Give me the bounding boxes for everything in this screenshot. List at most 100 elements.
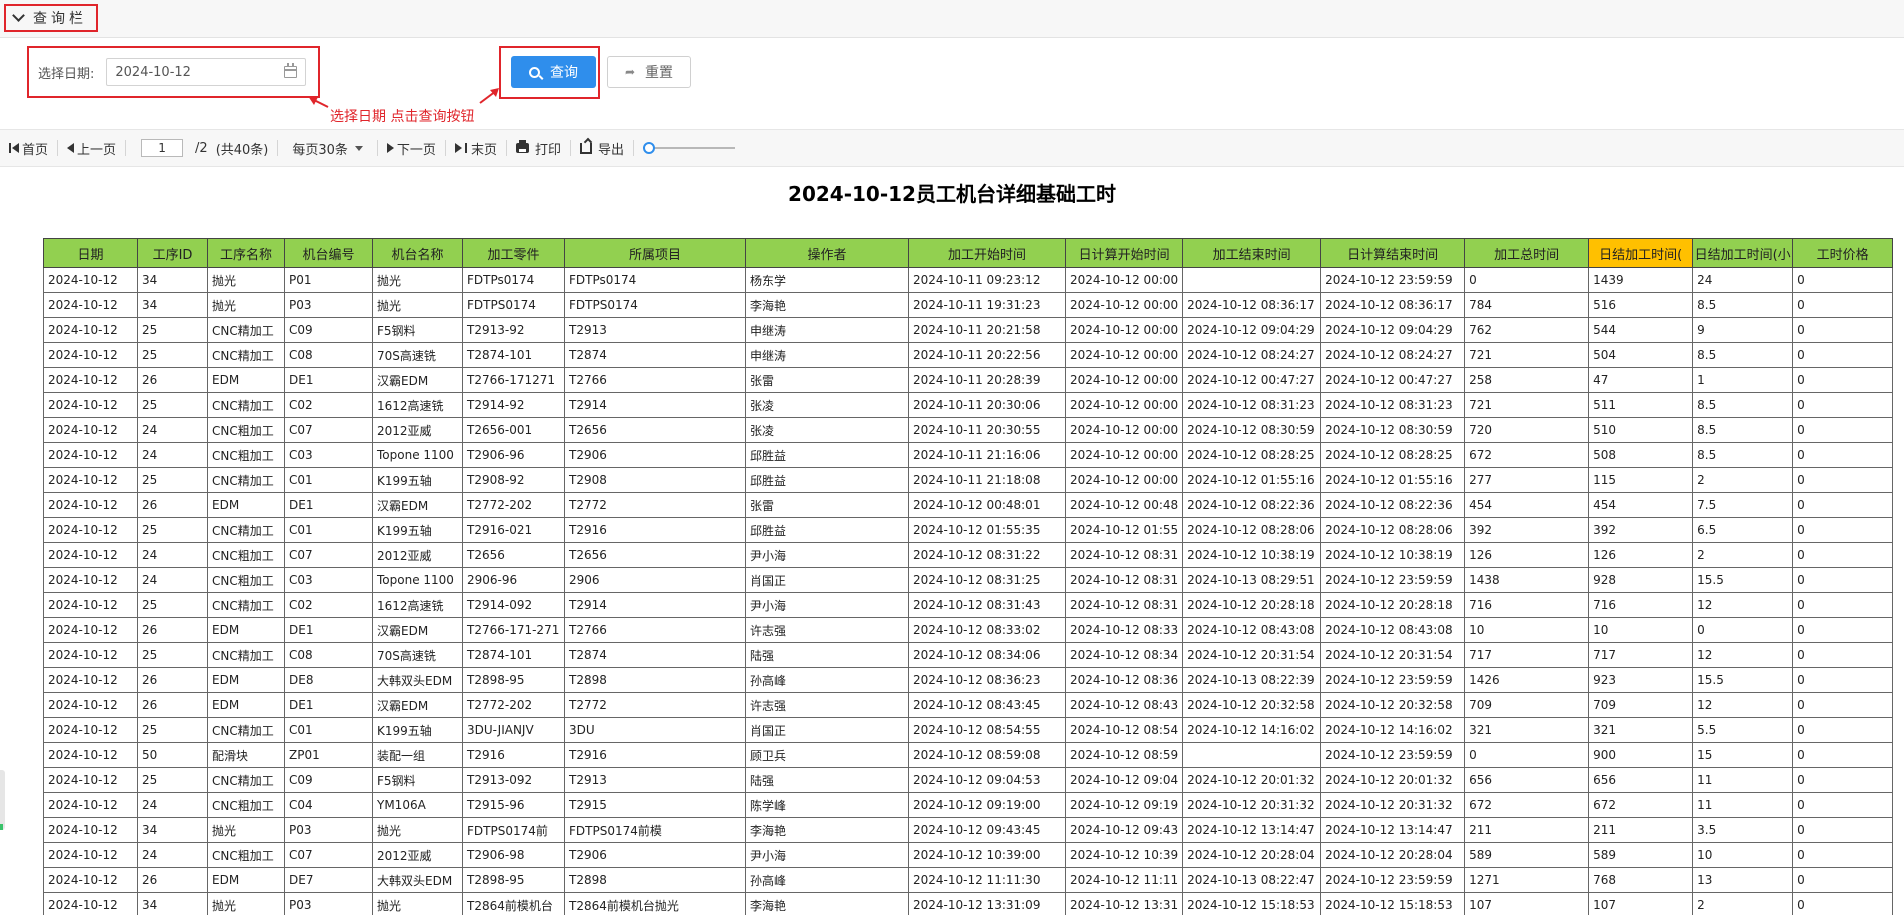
table-cell: CNC精加工 xyxy=(207,517,285,543)
last-page-button[interactable]: 末页 xyxy=(446,137,506,159)
table-cell: 0 xyxy=(1792,767,1894,793)
table-row: 2024-10-12 34 抛光 P03 抛光 T2864前模机台 T2864前模机台抛光李… xyxy=(43,892,1894,915)
table-cell: 2024-10-12 13:14:47 xyxy=(1320,817,1466,843)
table-cell: T2874-101 xyxy=(462,642,565,668)
next-page-icon xyxy=(386,143,394,153)
table-cell: 2024-10-12 08:36:17 xyxy=(1182,292,1322,318)
table-cell: 2024-10-12 xyxy=(43,367,138,393)
table-cell: 0 xyxy=(1792,567,1894,593)
table-cell: 2024-10-12 08:34 xyxy=(1064,642,1184,668)
table-cell: T2906 xyxy=(564,842,746,868)
table-cell: 1 xyxy=(1692,367,1794,393)
table-cell: DE1 xyxy=(284,492,373,518)
table-cell: 0 xyxy=(1792,642,1894,668)
table-cell: CNC精加工 xyxy=(207,592,285,618)
chevron-down-icon xyxy=(12,9,25,22)
table-cell: 抛光 xyxy=(372,817,463,843)
table-cell: 784 xyxy=(1464,292,1590,318)
table-cell: 277 xyxy=(1464,467,1590,493)
table-cell: 107 xyxy=(1464,892,1590,915)
table-cell: C09 xyxy=(284,317,373,343)
table-cell: FDTPs0174 xyxy=(564,267,746,293)
table-cell: 0 xyxy=(1792,292,1894,318)
reset-button[interactable]: ➦ 重置 xyxy=(607,56,691,88)
prev-page-icon xyxy=(67,143,75,153)
side-panel-tab[interactable] xyxy=(0,770,5,830)
table-cell: 2024-10-12 20:28:18 xyxy=(1182,592,1322,618)
query-bar-toggle[interactable]: 查询栏 xyxy=(4,4,98,32)
zoom-slider-handle[interactable] xyxy=(642,142,655,154)
table-cell: 2024-10-12 xyxy=(43,642,138,668)
table-cell: T2913-92 xyxy=(462,317,565,343)
table-cell: 2024-10-12 08:31 xyxy=(1064,592,1184,618)
table-cell: 2024-10-12 01:55:16 xyxy=(1320,467,1466,493)
date-input[interactable]: 2024-10-12 xyxy=(106,58,307,86)
table-cell: 2024-10-12 xyxy=(43,392,138,418)
table-cell: T2913-092 xyxy=(462,767,565,793)
table-cell: 25 xyxy=(137,467,208,493)
report-table: 日期 工序ID 工序名称 机台编号 机台名称 加工零件 所属项目 操作者 加工开始时间 日计算开始… xyxy=(43,238,1894,915)
column-header: 所属项目 xyxy=(564,238,746,268)
page-size-select[interactable]: 每页30条 xyxy=(278,137,377,159)
column-header: 机台名称 xyxy=(372,238,463,268)
table-cell: 26 xyxy=(137,617,208,643)
export-icon xyxy=(579,142,592,154)
query-button[interactable]: 查询 xyxy=(511,56,596,88)
first-page-button[interactable]: 首页 xyxy=(0,137,57,159)
table-cell: 2024-10-12 xyxy=(43,817,138,843)
table-row: 2024-10-12 26 EDM DE1 汉霸EDM T2766-171271 T2766… xyxy=(43,367,1894,393)
page-number-input[interactable]: 1 xyxy=(141,139,184,157)
table-cell: 孙高峰 xyxy=(745,667,909,693)
table-cell: 2024-10-12 00:48 xyxy=(1064,492,1184,518)
table-cell: 716 xyxy=(1464,592,1590,618)
table-cell: 2024-10-12 00:00 xyxy=(1064,267,1184,293)
table-cell: 0 xyxy=(1792,792,1894,818)
table-cell: 孙高峰 xyxy=(745,867,909,893)
table-row: 2024-10-12 50 配滑块 ZP01 装配一组 T2916 T2916 顾卫兵 2024… xyxy=(43,742,1894,768)
table-cell: 115 xyxy=(1588,467,1694,493)
calendar-icon[interactable] xyxy=(284,63,298,78)
print-button[interactable]: 打印 xyxy=(507,137,570,159)
table-cell: DE8 xyxy=(284,667,373,693)
prev-page-button[interactable]: 上一页 xyxy=(58,137,125,159)
table-cell: CNC粗加工 xyxy=(207,417,285,443)
table-cell: 392 xyxy=(1464,517,1590,543)
table-cell: 2024-10-12 13:31:09 xyxy=(908,892,1066,915)
table-cell: 2024-10-12 08:36:17 xyxy=(1320,292,1466,318)
table-cell: CNC精加工 xyxy=(207,717,285,743)
table-cell: 2024-10-12 13:14:47 xyxy=(1182,817,1322,843)
table-cell: 2024-10-12 09:04:53 xyxy=(908,767,1066,793)
table-row: 2024-10-12 34 抛光 P01 抛光 FDTPs0174 FDTPs0174 杨东学… xyxy=(43,267,1894,293)
table-cell: 321 xyxy=(1588,717,1694,743)
table-cell: 672 xyxy=(1464,442,1590,468)
table-cell: 2906 xyxy=(564,567,746,593)
caret-down-icon xyxy=(354,145,363,151)
next-page-button[interactable]: 下一页 xyxy=(378,137,445,159)
table-cell: P03 xyxy=(284,817,373,843)
table-cell: 2024-10-12 09:04:29 xyxy=(1182,317,1322,343)
table-cell: FDTPS0174前 xyxy=(462,817,565,843)
query-button-label: 查询 xyxy=(550,65,578,81)
table-row: 2024-10-12 24 CNC粗加工 C07 2012亚威 T2656-001 T265… xyxy=(43,417,1894,443)
table-cell: 2024-10-12 08:34:06 xyxy=(908,642,1066,668)
table-cell: 15.5 xyxy=(1692,667,1794,693)
table-cell: 大韩双头EDM xyxy=(372,667,463,693)
table-cell: DE1 xyxy=(284,367,373,393)
export-button[interactable]: 导出 xyxy=(571,137,633,159)
table-cell: T2864前模机台 xyxy=(462,892,565,915)
reset-button-label: 重置 xyxy=(645,65,674,81)
table-cell: 0 xyxy=(1792,617,1894,643)
table-cell: 汉霸EDM xyxy=(372,617,463,643)
table-cell xyxy=(1182,742,1322,768)
table-cell: T2914-92 xyxy=(462,392,565,418)
table-cell: 张雷 xyxy=(745,492,909,518)
table-cell: C09 xyxy=(284,767,373,793)
table-cell: FDTPs0174 xyxy=(462,267,565,293)
table-cell: 2024-10-12 00:00 xyxy=(1064,292,1184,318)
column-header: 工时价格 xyxy=(1792,238,1894,268)
zoom-slider[interactable] xyxy=(642,141,735,155)
table-cell: T2906-96 xyxy=(462,442,565,468)
table-cell: 2906-96 xyxy=(462,567,565,593)
table-cell: Topone 1100 xyxy=(372,567,463,593)
table-cell: 申继涛 xyxy=(745,342,909,368)
